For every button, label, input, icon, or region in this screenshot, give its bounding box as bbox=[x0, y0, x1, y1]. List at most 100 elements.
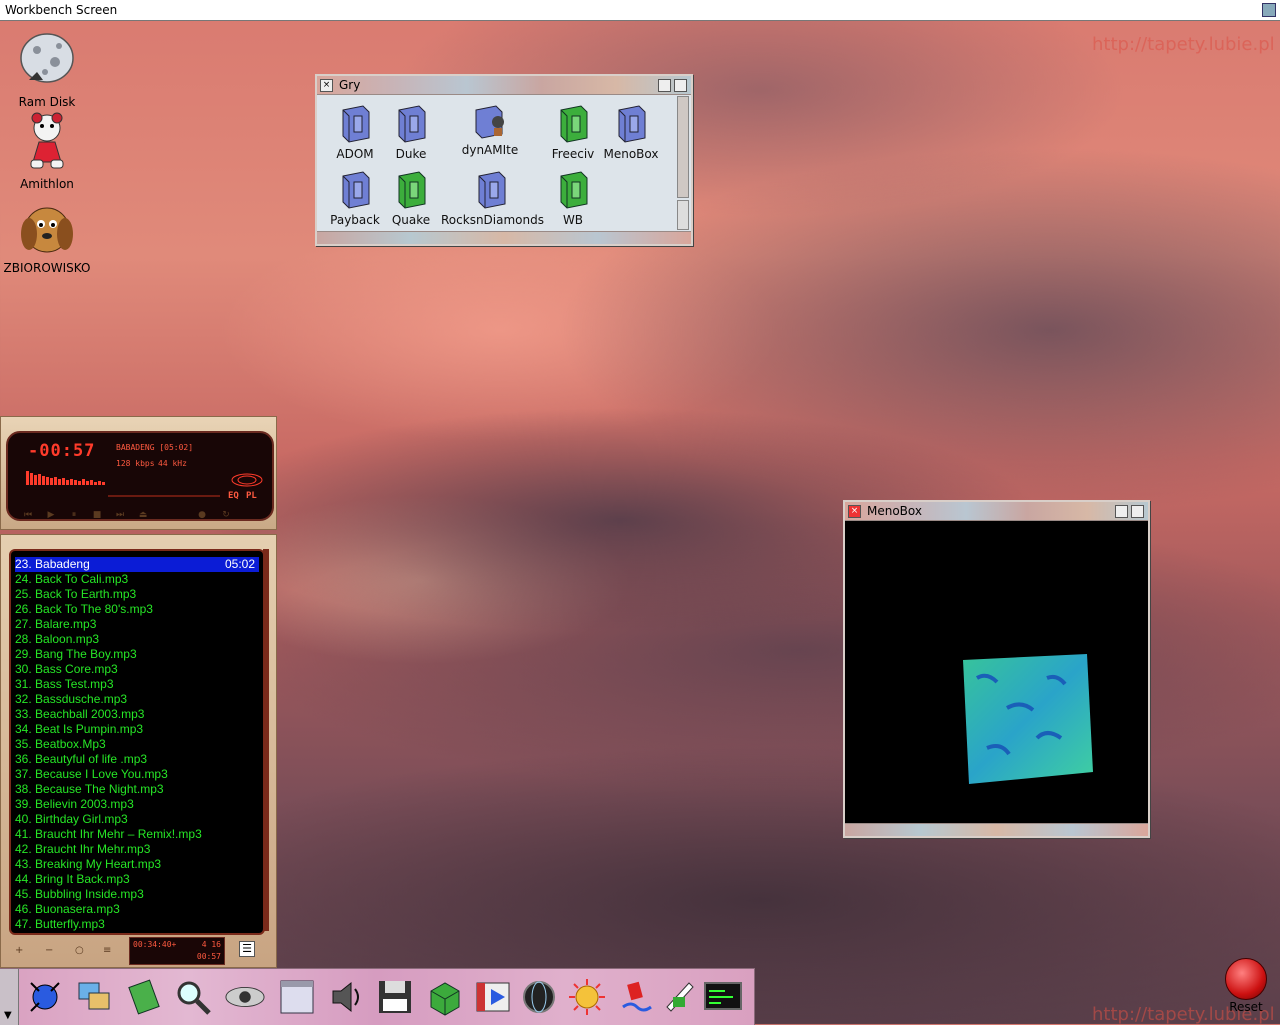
icon-label: dynAMIte bbox=[461, 143, 519, 157]
drawer-icon-duke[interactable]: Duke bbox=[385, 104, 437, 161]
movie-player-icon[interactable] bbox=[472, 975, 514, 1019]
stop-button[interactable]: ■ bbox=[92, 510, 102, 520]
weather-icon[interactable] bbox=[24, 975, 66, 1019]
playlist-item[interactable]: 26. Back To The 80's.mp3 bbox=[15, 602, 259, 617]
playlist-item[interactable]: 35. Beatbox.Mp3 bbox=[15, 737, 259, 752]
vertical-scrollbar[interactable] bbox=[677, 96, 689, 198]
playlist-window[interactable]: 23. Babadeng 05:02 24. Back To Cali.mp3 2… bbox=[0, 534, 277, 968]
pl-label[interactable]: PL bbox=[246, 491, 257, 501]
playlist-item[interactable]: 31. Bass Test.mp3 bbox=[15, 677, 259, 692]
shell-icon[interactable] bbox=[702, 975, 744, 1019]
icon-label: ADOM bbox=[336, 147, 374, 161]
playlist-item[interactable]: 43. Breaking My Heart.mp3 bbox=[15, 857, 259, 872]
desktop-icon-amithlon[interactable]: Amithlon bbox=[2, 110, 92, 191]
green-cube-icon[interactable] bbox=[424, 975, 466, 1019]
pause-button[interactable]: ⏸ bbox=[69, 510, 79, 520]
desktop-icon-ram-disk[interactable]: Ram Disk bbox=[2, 28, 92, 109]
terminal-window-icon[interactable] bbox=[276, 975, 318, 1019]
playlist-item[interactable]: 34. Beat Is Pumpin.mp3 bbox=[15, 722, 259, 737]
playlist-item[interactable]: 44. Bring It Back.mp3 bbox=[15, 872, 259, 887]
playlist-item-selected[interactable]: 23. Babadeng 05:02 bbox=[15, 557, 259, 572]
playlist-item[interactable]: 24. Back To Cali.mp3 bbox=[15, 572, 259, 587]
floppy-disk-icon[interactable] bbox=[374, 975, 416, 1019]
drawer-icon-quake[interactable]: Quake bbox=[385, 170, 437, 227]
select-button[interactable]: ○ bbox=[75, 945, 84, 956]
previous-button[interactable]: ⏮ bbox=[23, 510, 33, 520]
window-gry[interactable]: × Gry ADOM Duke dynAMIte Freeciv MenoBox… bbox=[315, 74, 693, 246]
close-gadget[interactable]: × bbox=[848, 505, 861, 518]
playlist-item[interactable]: 27. Balare.mp3 bbox=[15, 617, 259, 632]
icon-label: Payback bbox=[330, 213, 380, 227]
globe-icon[interactable] bbox=[518, 975, 560, 1019]
playlist-scrollbar[interactable] bbox=[263, 549, 269, 931]
play-button[interactable]: ▶ bbox=[46, 510, 56, 520]
playlist-item[interactable]: 37. Because I Love You.mp3 bbox=[15, 767, 259, 782]
eject-button[interactable]: ⏏ bbox=[138, 510, 148, 520]
zoom-gadget[interactable] bbox=[658, 79, 671, 92]
shuffle-button[interactable]: ● bbox=[197, 510, 207, 520]
drawer-icon-adom[interactable]: ADOM bbox=[329, 104, 381, 161]
playlist-item[interactable]: 25. Back To Earth.mp3 bbox=[15, 587, 259, 602]
drawer-icon-dynamite[interactable]: dynAMIte bbox=[455, 104, 525, 157]
dock-bar[interactable]: ▼ bbox=[0, 968, 755, 1025]
depth-gadget[interactable] bbox=[1131, 505, 1144, 518]
drawer-icon-payback[interactable]: Payback bbox=[325, 170, 385, 227]
desktop-icon-zbiorowisko[interactable]: ZBIOROWISKO bbox=[2, 198, 92, 275]
playlist-menu-icon[interactable]: ☰ bbox=[239, 941, 255, 957]
playlist-item[interactable]: 28. Baloon.mp3 bbox=[15, 632, 259, 647]
playlist-item[interactable]: 46. Buonasera.mp3 bbox=[15, 902, 259, 917]
playlist-item[interactable]: 32. Bassdusche.mp3 bbox=[15, 692, 259, 707]
next-button[interactable]: ⏭ bbox=[115, 510, 125, 520]
drawer-icon-menobox[interactable]: MenoBox bbox=[601, 104, 661, 161]
window-menobox[interactable]: × MenoBox bbox=[843, 500, 1150, 838]
music-player[interactable]: -00:57 BABADENG [05:02] 128 kbps 44 kHz … bbox=[0, 416, 277, 530]
drawer-icon-wb[interactable]: WB bbox=[551, 170, 595, 227]
playlist-item[interactable]: 47. Butterfly.mp3 bbox=[15, 917, 259, 932]
remove-button[interactable]: − bbox=[45, 945, 53, 956]
sun-face-icon[interactable] bbox=[566, 975, 608, 1019]
playlist-item[interactable]: 36. Beautyful of life .mp3 bbox=[15, 752, 259, 767]
magnifier-icon[interactable] bbox=[172, 975, 214, 1019]
screen-depth-gadget[interactable] bbox=[1262, 3, 1276, 17]
screen-title-bar[interactable]: Workbench Screen bbox=[0, 0, 1280, 21]
misc-button[interactable]: ≡ bbox=[103, 945, 111, 956]
eq-label[interactable]: EQ bbox=[228, 491, 239, 501]
watermark-top: http://tapety.lubie.pl bbox=[1092, 34, 1275, 55]
dog-icon bbox=[2, 198, 92, 259]
notepad-icon[interactable] bbox=[124, 975, 166, 1019]
ram-disk-icon bbox=[2, 28, 92, 93]
depth-gadget[interactable] bbox=[674, 79, 687, 92]
scroll-arrows[interactable] bbox=[677, 200, 689, 230]
eye-icon[interactable] bbox=[224, 975, 266, 1019]
playlist-item[interactable]: 40. Birthday Girl.mp3 bbox=[15, 812, 259, 827]
playlist-item[interactable]: 33. Beachball 2003.mp3 bbox=[15, 707, 259, 722]
horizontal-scrollbar[interactable] bbox=[317, 231, 691, 244]
zoom-gadget[interactable] bbox=[1115, 505, 1128, 518]
playlist-item[interactable]: 30. Bass Core.mp3 bbox=[15, 662, 259, 677]
green-box-icon bbox=[398, 171, 426, 209]
icon-label: WB bbox=[562, 213, 584, 227]
drawer-icon-rocksndiamonds[interactable]: RocksnDiamonds bbox=[441, 170, 544, 227]
playlist-item[interactable]: 29. Bang The Boy.mp3 bbox=[15, 647, 259, 662]
blue-box-icon bbox=[618, 105, 646, 143]
playlist-item[interactable]: 38. Because The Night.mp3 bbox=[15, 782, 259, 797]
speaker-icon[interactable] bbox=[326, 975, 368, 1019]
playlist-total-time: 00:34:40+ bbox=[133, 940, 177, 949]
reset-button[interactable]: Reset bbox=[1220, 958, 1272, 1014]
document-icon[interactable] bbox=[658, 975, 700, 1019]
seek-bar[interactable] bbox=[108, 495, 220, 497]
windows-icon[interactable] bbox=[74, 975, 116, 1019]
playlist-item[interactable]: 45. Bubbling Inside.mp3 bbox=[15, 887, 259, 902]
dock-handle[interactable]: ▼ bbox=[0, 969, 19, 1025]
paint-icon[interactable] bbox=[616, 975, 658, 1019]
playlist-item[interactable]: 41. Braucht Ihr Mehr – Remix!.mp3 bbox=[15, 827, 259, 842]
playlist[interactable]: 23. Babadeng 05:02 24. Back To Cali.mp3 2… bbox=[9, 549, 265, 935]
playlist-item[interactable]: 39. Believin 2003.mp3 bbox=[15, 797, 259, 812]
add-button[interactable]: + bbox=[15, 945, 23, 956]
window-title-bar[interactable]: × Gry bbox=[317, 76, 691, 95]
playlist-item[interactable]: 42. Braucht Ihr Mehr.mp3 bbox=[15, 842, 259, 857]
close-gadget[interactable]: × bbox=[320, 79, 333, 92]
window-title-bar[interactable]: × MenoBox bbox=[845, 502, 1148, 521]
repeat-button[interactable]: ↻ bbox=[221, 510, 231, 520]
drawer-icon-freeciv[interactable]: Freeciv bbox=[545, 104, 601, 161]
